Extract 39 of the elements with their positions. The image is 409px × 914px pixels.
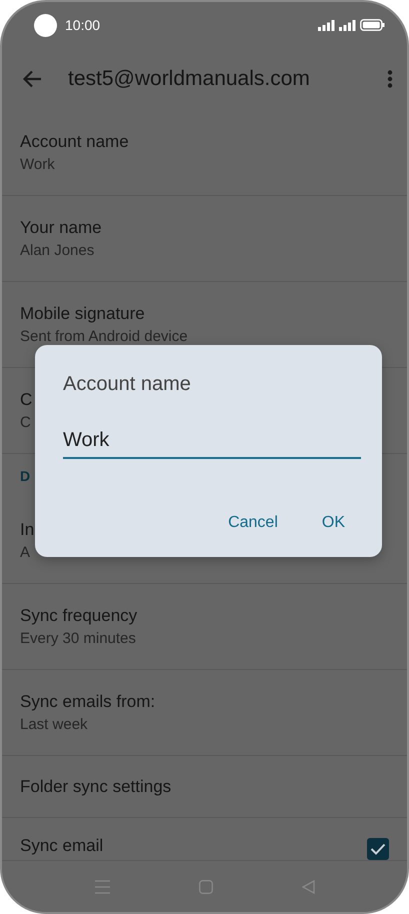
status-time: 10:00: [65, 16, 100, 34]
setting-title: In: [20, 518, 34, 540]
setting-value: Work: [20, 154, 55, 174]
check-icon: [370, 843, 386, 855]
setting-title: Account name: [20, 130, 129, 152]
setting-title: Folder sync settings: [20, 776, 172, 798]
input-field[interactable]: Work: [63, 425, 361, 459]
setting-title: Your name: [20, 216, 102, 238]
setting-value: A: [20, 542, 30, 562]
dialog-button[interactable]: OK: [312, 505, 355, 541]
setting-value: Last week: [20, 714, 88, 734]
dialog-button[interactable]: Cancel: [218, 505, 288, 541]
setting-title: Sync frequency: [20, 604, 138, 626]
settings-item[interactable]: Sync frequency Every 30 minutes: [2, 584, 407, 670]
settings-item[interactable]: Account name Work: [2, 110, 407, 196]
app-bar-title: test5@worldmanuals.com: [68, 66, 310, 92]
back-icon[interactable]: [302, 880, 314, 894]
checkbox[interactable]: [367, 838, 389, 860]
setting-value: Every 30 minutes: [20, 628, 136, 648]
settings-item[interactable]: Sync emails from: Last week: [2, 670, 407, 756]
setting-title: Sync emails from:: [20, 690, 156, 712]
settings-item[interactable]: Your name Alan Jones: [2, 196, 407, 282]
signal-icon: [318, 20, 335, 30]
setting-title: Mobile signature: [20, 302, 145, 324]
more-options-icon[interactable]: [387, 70, 393, 88]
battery-icon: [360, 19, 385, 31]
setting-title: Sync email: [20, 835, 104, 857]
camera-icon: [34, 14, 57, 36]
menu-icon[interactable]: [94, 880, 110, 894]
setting-title: C: [20, 388, 32, 410]
settings-item[interactable]: Folder sync settings: [2, 756, 407, 818]
home-icon[interactable]: [198, 880, 212, 894]
section-header: D: [20, 466, 30, 486]
signal-icon: [339, 20, 356, 30]
setting-value: Alan Jones: [20, 240, 94, 260]
setting-value: C: [20, 412, 31, 432]
back-icon[interactable]: [22, 70, 42, 88]
dialog-title: Account name: [63, 372, 191, 397]
setting-value: Sent from Android device: [20, 326, 188, 346]
